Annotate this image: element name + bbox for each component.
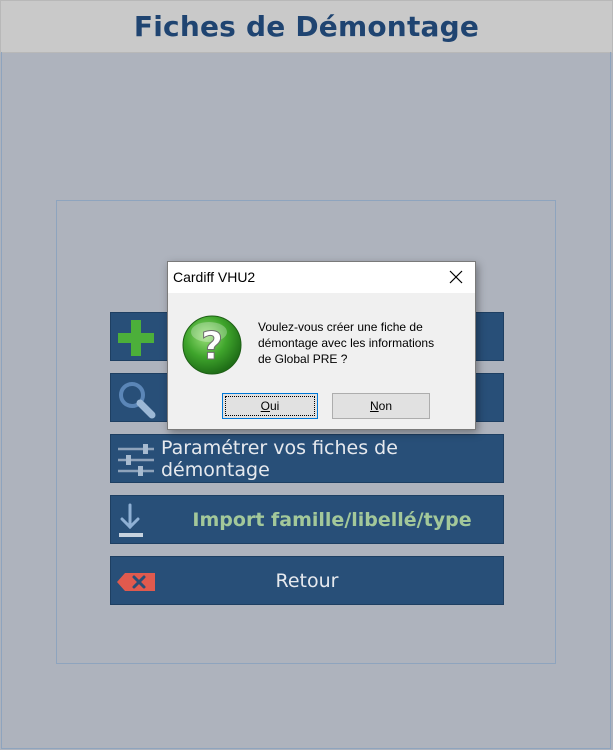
download-icon — [115, 500, 157, 541]
window-title-bar: Fiches de Démontage — [0, 0, 613, 53]
confirm-dialog: Cardiff VHU2 ? Voulez-vous créer une fic… — [167, 261, 476, 430]
yes-button[interactable]: Oui — [222, 393, 318, 419]
no-button[interactable]: Non — [332, 393, 430, 419]
question-icon: ? — [181, 314, 243, 376]
page-title: Fiches de Démontage — [133, 10, 480, 43]
magnifier-icon — [115, 378, 157, 419]
sliders-icon — [115, 439, 157, 480]
dialog-message-line: Voulez-vous créer une fiche de — [258, 320, 423, 334]
back-label: Retour — [275, 569, 339, 592]
close-icon[interactable] — [446, 267, 466, 287]
plus-icon — [115, 317, 157, 358]
dialog-caption: Cardiff VHU2 — [173, 269, 256, 285]
import-family-button[interactable]: Import famille/libellé/type — [110, 495, 504, 544]
svg-text:?: ? — [201, 324, 223, 368]
no-label-rest: on — [378, 399, 393, 413]
back-button[interactable]: Retour — [110, 556, 504, 605]
configure-sheets-label: Paramétrer vos fiches de démontage — [161, 436, 398, 481]
import-family-label: Import famille/libellé/type — [192, 508, 472, 531]
configure-sheets-button[interactable]: Paramétrer vos fiches de démontage — [110, 434, 504, 483]
no-accelerator: N — [369, 399, 379, 413]
dialog-title-bar: Cardiff VHU2 — [168, 262, 475, 293]
dialog-message-line: de Global PRE ? — [258, 352, 348, 366]
focus-rect — [225, 396, 315, 416]
dialog-message-line: démontage avec les informations — [258, 336, 435, 350]
dialog-message: Voulez-vous créer une fiche de démontage… — [258, 319, 468, 367]
